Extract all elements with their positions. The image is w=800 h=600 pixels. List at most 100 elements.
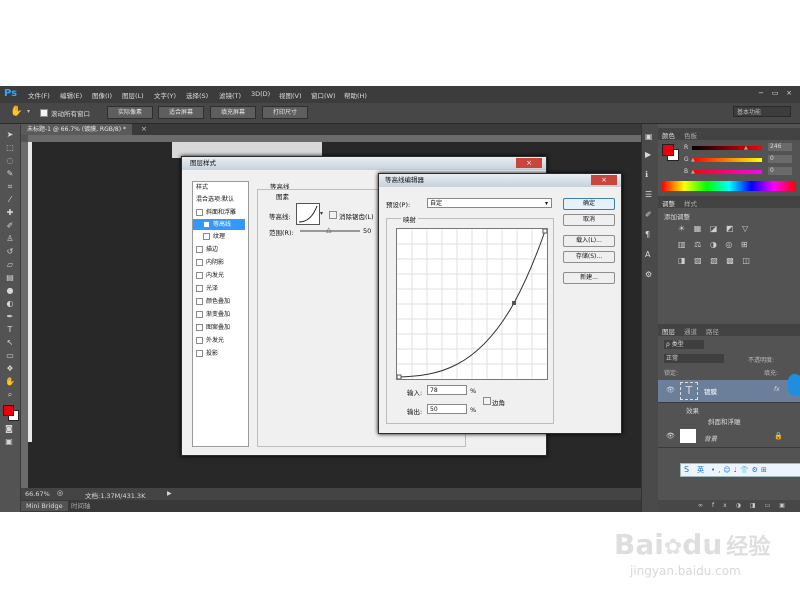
layer-filter-select[interactable]: ρ 类型 — [664, 340, 704, 349]
contour-preview-button[interactable] — [296, 203, 320, 225]
range-slider-thumb-icon[interactable]: △ — [326, 226, 331, 234]
hand-tool-icon[interactable]: ✋ — [10, 106, 22, 117]
style-item-bevel[interactable]: 斜面和浮雕 — [193, 207, 245, 218]
anti-alias-checkbox[interactable] — [329, 211, 337, 219]
g-value[interactable]: 0 — [768, 155, 792, 163]
blur-tool-icon[interactable]: ● — [4, 285, 16, 296]
minimize-button[interactable]: − — [756, 88, 766, 98]
contour-editor-close-button[interactable]: × — [591, 175, 617, 185]
quick-mask-icon[interactable]: ◙ — [3, 423, 15, 434]
satin-checkbox[interactable] — [196, 285, 203, 292]
b-slider[interactable] — [692, 170, 762, 174]
new-button[interactable]: 新建... — [563, 272, 615, 284]
mini-bridge-tab[interactable]: Mini Bridge — [21, 501, 68, 511]
move-tool-icon[interactable]: ➤ — [4, 129, 16, 140]
history-brush-tool-icon[interactable]: ↺ — [4, 246, 16, 257]
panel-foreground-swatch[interactable] — [662, 144, 674, 156]
tab-styles[interactable]: 样式 — [684, 198, 697, 208]
foreground-color-swatch[interactable] — [3, 405, 14, 416]
menu-view[interactable]: 视图(V) — [279, 90, 302, 100]
ime-icons[interactable]: •,☺♩👕⚙⊞ — [711, 465, 770, 475]
style-item-inner-glow[interactable]: 内发光 — [193, 270, 245, 281]
contour-dropdown-icon[interactable]: ▾ — [320, 210, 323, 217]
r-slider-thumb-icon[interactable]: ▲ — [744, 145, 748, 151]
contour-curve-graph[interactable] — [396, 228, 548, 380]
type-tool-icon[interactable]: T — [4, 324, 16, 335]
b-value[interactable]: 0 — [768, 167, 792, 175]
output-field[interactable]: 50 — [427, 404, 467, 414]
tool-presets-panel-icon[interactable]: ⚙ — [645, 270, 652, 279]
menu-layer[interactable]: 图层(L) — [122, 90, 144, 100]
stroke-checkbox[interactable] — [196, 246, 203, 253]
layer-fx-icon[interactable]: fx — [774, 386, 780, 393]
tab-channels[interactable]: 通道 — [684, 326, 697, 336]
corner-checkbox[interactable] — [483, 397, 491, 405]
style-item-inner-shadow[interactable]: 内阴影 — [193, 257, 245, 268]
marquee-tool-icon[interactable]: ⬚ — [4, 142, 16, 153]
outer-glow-checkbox[interactable] — [196, 337, 203, 344]
fit-screen-button[interactable]: 适合屏幕 — [158, 106, 204, 119]
layer-row-text[interactable]: 👁 T 镀膜 fx — [658, 380, 800, 403]
inner-shadow-checkbox[interactable] — [196, 259, 203, 266]
style-item-outer-glow[interactable]: 外发光 — [193, 335, 245, 346]
brush-tool-icon[interactable]: ✐ — [4, 220, 16, 231]
style-item-drop-shadow[interactable]: 投影 — [193, 348, 245, 359]
cancel-button[interactable]: 取消 — [563, 214, 615, 226]
range-value[interactable]: 50 — [363, 227, 371, 235]
save-button[interactable]: 存储(S)... — [563, 251, 615, 263]
workspace-select[interactable]: 基本功能 — [733, 106, 791, 117]
maximize-button[interactable]: ▭ — [770, 88, 780, 98]
contour-checkbox[interactable] — [203, 221, 210, 228]
paragraph-panel-icon[interactable]: ¶ — [645, 230, 650, 239]
style-item-color-overlay[interactable]: 颜色叠加 — [193, 296, 245, 307]
menu-file[interactable]: 文件(F) — [28, 90, 50, 100]
crop-tool-icon[interactable]: ⌗ — [4, 181, 16, 192]
ok-button[interactable]: 确定 — [563, 198, 615, 210]
gradient-overlay-checkbox[interactable] — [196, 311, 203, 318]
menu-edit[interactable]: 编辑(E) — [60, 90, 82, 100]
tab-color[interactable]: 颜色 — [662, 130, 675, 140]
background-layer-name[interactable]: 背景 — [704, 433, 717, 443]
fill-screen-button[interactable]: 填充屏幕 — [210, 106, 256, 119]
eye-icon[interactable]: 👁 — [666, 386, 675, 394]
3d-tool-icon[interactable]: ❖ — [4, 363, 16, 374]
zoom-tool-icon[interactable]: ⌕ — [4, 389, 16, 400]
input-field[interactable]: 78 — [427, 385, 467, 395]
style-item-pattern-overlay[interactable]: 图案叠加 — [193, 322, 245, 333]
preset-select[interactable]: 自定 ▾ — [427, 198, 552, 208]
g-slider-thumb-icon[interactable]: ▲ — [691, 157, 695, 163]
tab-layers[interactable]: 图层 — [662, 326, 675, 336]
bevel-checkbox[interactable] — [196, 209, 203, 216]
character-panel-icon[interactable]: A — [645, 250, 650, 259]
path-select-tool-icon[interactable]: ↖ — [4, 337, 16, 348]
info-panel-icon[interactable]: ℹ — [645, 170, 648, 179]
text-layer-name[interactable]: 镀膜 — [704, 386, 717, 396]
style-item-satin[interactable]: 光泽 — [193, 283, 245, 294]
document-tab[interactable]: 未标题-1 @ 66.7% (镀膜, RGB/8) * — [21, 124, 132, 135]
inner-glow-checkbox[interactable] — [196, 272, 203, 279]
close-button[interactable]: × — [784, 88, 794, 98]
brush-panel-icon[interactable]: ✐ — [645, 210, 652, 219]
menu-3d[interactable]: 3D(D) — [251, 90, 270, 98]
dodge-tool-icon[interactable]: ◐ — [4, 298, 16, 309]
screen-mode-icon[interactable]: ▣ — [3, 436, 15, 447]
quick-select-tool-icon[interactable]: ✎ — [4, 168, 16, 179]
print-size-button[interactable]: 打印尺寸 — [262, 106, 308, 119]
lasso-tool-icon[interactable]: ◌ — [4, 155, 16, 166]
tab-swatches[interactable]: 色板 — [684, 130, 697, 140]
menu-window[interactable]: 窗口(W) — [311, 90, 336, 100]
floating-helper-icon[interactable] — [788, 374, 800, 396]
menu-type[interactable]: 文字(Y) — [154, 90, 176, 100]
ime-lang[interactable]: 英 — [697, 465, 704, 475]
healing-tool-icon[interactable]: ✚ — [4, 207, 16, 218]
adjustment-icons-grid[interactable]: ☀ ▦ ◪ ◩ ▽ ▥ ⚖ ◑ ◎ ⊞ ◨ ▨ ▧ ▩ ◫ — [678, 221, 788, 271]
tab-adjustments[interactable]: 调整 — [662, 198, 675, 208]
style-item-stroke[interactable]: 描边 — [193, 244, 245, 255]
actual-pixels-button[interactable]: 实际像素 — [107, 106, 153, 119]
menu-select[interactable]: 选择(S) — [186, 90, 208, 100]
layer-row-background[interactable]: 👁 背景 🔒 — [658, 427, 800, 448]
load-button[interactable]: 载入(L)... — [563, 235, 615, 247]
blend-options-item[interactable]: 混合选项:默认 — [193, 194, 245, 205]
chevron-down-icon[interactable]: ▾ — [27, 108, 30, 115]
bevel-effect-label[interactable]: 斜面和浮雕 — [708, 416, 741, 426]
